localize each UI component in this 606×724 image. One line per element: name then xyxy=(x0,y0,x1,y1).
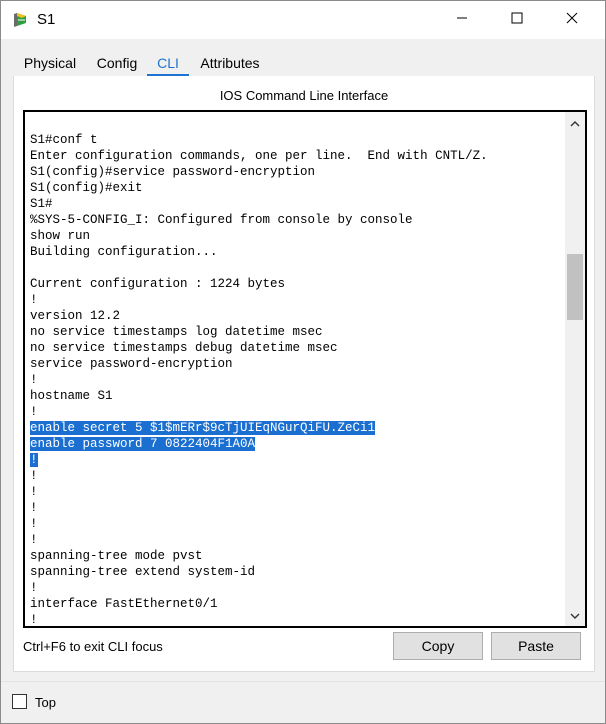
terminal-line: ! xyxy=(30,372,558,388)
terminal-output[interactable]: S1#conf t Enter configuration commands, o… xyxy=(30,132,558,627)
terminal-line-text: ! xyxy=(30,581,38,595)
terminal-line: ! xyxy=(30,500,558,516)
top-checkbox[interactable] xyxy=(12,694,27,709)
terminal-line: S1(config)#service password-encryption xyxy=(30,164,558,180)
terminal-line: S1(config)#exit xyxy=(30,180,558,196)
chevron-down-icon xyxy=(570,606,580,624)
terminal-line-text: ! xyxy=(30,373,38,387)
terminal-line: spanning-tree mode pvst xyxy=(30,548,558,564)
terminal-line: ! xyxy=(30,404,558,420)
terminal-line: show run xyxy=(30,228,558,244)
terminal-line: version 12.2 xyxy=(30,308,558,324)
terminal-line: ! xyxy=(30,452,558,468)
terminal-line-text: spanning-tree mode pvst xyxy=(30,549,203,563)
tab-cli[interactable]: CLI xyxy=(147,51,189,77)
minimize-icon xyxy=(456,11,468,29)
terminal-line-text: no service timestamps debug datetime mse… xyxy=(30,341,338,355)
terminal-line: S1#conf t xyxy=(30,132,558,148)
terminal-line-text: ! xyxy=(30,533,38,547)
terminal-line: enable password 7 0822404F1A0A xyxy=(30,436,558,452)
terminal-line: service password-encryption xyxy=(30,356,558,372)
terminal-line-text: enable secret 5 $1$mERr$9cTjUIEqNGurQiFU… xyxy=(30,421,376,435)
terminal-line-text: enable password 7 0822404F1A0A xyxy=(30,437,256,451)
terminal-line-text: ! xyxy=(30,485,38,499)
close-button[interactable] xyxy=(549,1,595,39)
paste-button[interactable]: Paste xyxy=(491,632,581,660)
terminal-line: no service timestamps debug datetime mse… xyxy=(30,340,558,356)
terminal-line: Current configuration : 1224 bytes xyxy=(30,276,558,292)
terminal-line: S1# xyxy=(30,196,558,212)
maximize-icon xyxy=(511,11,523,29)
tab-attributes[interactable]: Attributes xyxy=(195,51,265,75)
terminal-line-text: ! xyxy=(30,453,38,467)
terminal-line-text: version 12.2 xyxy=(30,309,121,323)
terminal-line-text: ! xyxy=(30,613,38,627)
terminal-line-text: Enter configuration commands, one per li… xyxy=(30,149,488,163)
scrollbar-thumb[interactable] xyxy=(567,254,583,320)
terminal-line: %SYS-5-CONFIG_I: Configured from console… xyxy=(30,212,558,228)
terminal-line-text: spanning-tree extend system-id xyxy=(30,565,256,579)
terminal-line: ! xyxy=(30,484,558,500)
terminal-line-text: %SYS-5-CONFIG_I: Configured from console… xyxy=(30,213,413,227)
terminal-scrollbar[interactable] xyxy=(565,112,585,626)
router-icon xyxy=(11,11,29,29)
panel-title: IOS Command Line Interface xyxy=(219,88,389,103)
terminal-line-text: S1# xyxy=(30,197,53,211)
terminal-line: hostname S1 xyxy=(30,388,558,404)
terminal-line-text: S1(config)#exit xyxy=(30,181,143,195)
tab-config[interactable]: Config xyxy=(91,51,143,75)
cli-focus-hint: Ctrl+F6 to exit CLI focus xyxy=(23,639,163,654)
terminal-line: enable secret 5 $1$mERr$9cTjUIEqNGurQiFU… xyxy=(30,420,558,436)
title-bar[interactable]: S1 xyxy=(1,1,605,39)
terminal-line-text: S1#conf t xyxy=(30,133,98,147)
terminal-line-text: ! xyxy=(30,501,38,515)
terminal-line: ! xyxy=(30,516,558,532)
terminal-line-text: S1(config)#service password-encryption xyxy=(30,165,316,179)
cli-terminal[interactable]: S1#conf t Enter configuration commands, o… xyxy=(23,110,587,628)
terminal-line-text: show run xyxy=(30,229,91,243)
terminal-line-text: ! xyxy=(30,293,38,307)
copy-button[interactable]: Copy xyxy=(393,632,483,660)
terminal-line-text: no service timestamps log datetime msec xyxy=(30,325,323,339)
chevron-up-icon xyxy=(570,114,580,132)
maximize-button[interactable] xyxy=(494,1,540,39)
terminal-line: interface FastEthernet0/1 xyxy=(30,596,558,612)
terminal-line: Building configuration... xyxy=(30,244,558,260)
window-title: S1 xyxy=(37,11,56,28)
terminal-line: ! xyxy=(30,468,558,484)
terminal-line-text: ! xyxy=(30,405,38,419)
scroll-up-button[interactable] xyxy=(565,114,585,132)
terminal-line: ! xyxy=(30,292,558,308)
terminal-line: no service timestamps log datetime msec xyxy=(30,324,558,340)
terminal-line-text: ! xyxy=(30,517,38,531)
top-checkbox-label: Top xyxy=(35,695,56,710)
terminal-line-text: service password-encryption xyxy=(30,357,233,371)
app-window: S1 Physical Config CLI Attributes IOS Co… xyxy=(0,0,606,724)
terminal-line-text: Building configuration... xyxy=(30,245,218,259)
terminal-line: Enter configuration commands, one per li… xyxy=(30,148,558,164)
scroll-down-button[interactable] xyxy=(565,606,585,624)
divider xyxy=(1,681,605,682)
minimize-button[interactable] xyxy=(439,1,485,39)
terminal-line-text: interface FastEthernet0/1 xyxy=(30,597,218,611)
terminal-line: ! xyxy=(30,532,558,548)
terminal-line-text: ! xyxy=(30,469,38,483)
terminal-line: ! xyxy=(30,580,558,596)
terminal-line-text: hostname S1 xyxy=(30,389,113,403)
close-icon xyxy=(566,11,578,29)
tab-physical[interactable]: Physical xyxy=(15,51,85,75)
terminal-line-text: Current configuration : 1224 bytes xyxy=(30,277,286,291)
terminal-line: ! xyxy=(30,612,558,627)
terminal-line: spanning-tree extend system-id xyxy=(30,564,558,580)
